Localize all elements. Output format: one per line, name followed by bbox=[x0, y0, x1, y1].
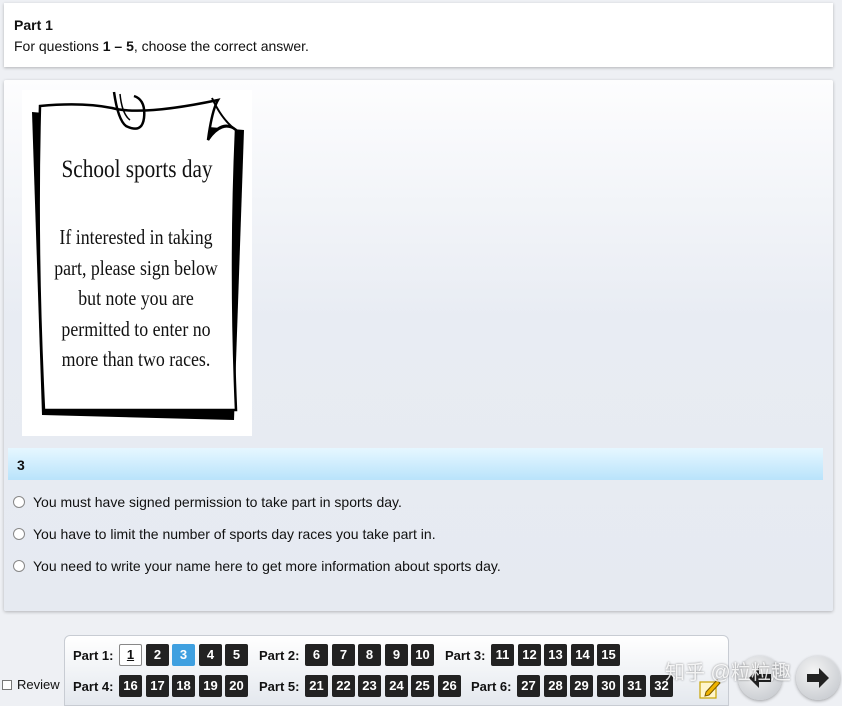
question-range: 1 – 5 bbox=[102, 38, 134, 54]
next-question-button[interactable] bbox=[796, 656, 840, 700]
radio-button[interactable] bbox=[13, 528, 25, 540]
radio-button[interactable] bbox=[13, 496, 25, 508]
part-header: Part 1 For questions 1 – 5, choose the c… bbox=[4, 3, 833, 67]
question-button-31[interactable]: 31 bbox=[623, 675, 646, 697]
notice-image: School sports day If interested in takin… bbox=[22, 90, 252, 436]
question-button-6[interactable]: 6 bbox=[305, 644, 328, 666]
radio-button[interactable] bbox=[13, 560, 25, 572]
question-button-13[interactable]: 13 bbox=[544, 644, 567, 666]
question-button-9[interactable]: 9 bbox=[385, 644, 408, 666]
question-button-21[interactable]: 21 bbox=[305, 675, 328, 697]
question-button-11[interactable]: 11 bbox=[491, 644, 514, 666]
question-button-16[interactable]: 16 bbox=[119, 675, 142, 697]
arrow-left-icon bbox=[749, 668, 771, 688]
question-button-2[interactable]: 2 bbox=[146, 644, 169, 666]
question-number-bar: 3 bbox=[8, 448, 823, 480]
answer-text: You must have signed permission to take … bbox=[33, 494, 402, 510]
checkbox-box[interactable] bbox=[2, 680, 12, 690]
question-button-26[interactable]: 26 bbox=[438, 675, 461, 697]
answer-option-a[interactable]: You must have signed permission to take … bbox=[13, 493, 433, 513]
question-button-32[interactable]: 32 bbox=[650, 675, 673, 697]
answer-text: You need to write your name here to get … bbox=[33, 558, 501, 574]
part-label: Part 6: bbox=[471, 679, 512, 694]
answer-option-b[interactable]: You have to limit the number of sports d… bbox=[13, 525, 463, 545]
previous-question-button[interactable] bbox=[738, 656, 782, 700]
part-label: Part 2: bbox=[259, 648, 300, 663]
part-instruction: For questions 1 – 5, choose the correct … bbox=[14, 38, 309, 54]
part-label: Part 3: bbox=[445, 648, 486, 663]
question-panel: School sports day If interested in takin… bbox=[4, 80, 833, 611]
question-button-30[interactable]: 30 bbox=[597, 675, 620, 697]
question-button-24[interactable]: 24 bbox=[385, 675, 408, 697]
question-button-22[interactable]: 22 bbox=[332, 675, 355, 697]
pencil-note-icon[interactable] bbox=[698, 676, 722, 700]
question-button-27[interactable]: 27 bbox=[517, 675, 540, 697]
question-button-1[interactable]: 1 bbox=[119, 644, 142, 666]
question-button-5[interactable]: 5 bbox=[225, 644, 248, 666]
question-button-10[interactable]: 10 bbox=[411, 644, 434, 666]
question-button-8[interactable]: 8 bbox=[358, 644, 381, 666]
question-button-14[interactable]: 14 bbox=[571, 644, 594, 666]
answer-text: You have to limit the number of sports d… bbox=[33, 526, 436, 542]
answer-option-c[interactable]: You need to write your name here to get … bbox=[13, 557, 523, 577]
question-button-18[interactable]: 18 bbox=[172, 675, 195, 697]
question-button-12[interactable]: 12 bbox=[518, 644, 541, 666]
question-button-4[interactable]: 4 bbox=[199, 644, 222, 666]
question-button-20[interactable]: 20 bbox=[225, 675, 248, 697]
question-number: 3 bbox=[17, 457, 25, 473]
arrow-right-icon bbox=[807, 668, 829, 688]
part-label: Part 5: bbox=[259, 679, 300, 694]
question-button-29[interactable]: 29 bbox=[570, 675, 593, 697]
question-button-15[interactable]: 15 bbox=[597, 644, 620, 666]
question-button-7[interactable]: 7 bbox=[332, 644, 355, 666]
question-button-28[interactable]: 28 bbox=[544, 675, 567, 697]
review-label: Review bbox=[17, 677, 60, 692]
part-title: Part 1 bbox=[14, 17, 53, 33]
part-label: Part 4: bbox=[73, 679, 114, 694]
part-label: Part 1: bbox=[73, 648, 114, 663]
question-button-17[interactable]: 17 bbox=[146, 675, 169, 697]
question-button-3[interactable]: 3 bbox=[172, 644, 195, 666]
notice-body: If interested in taking part, please sig… bbox=[54, 225, 218, 371]
notice-title: School sports day bbox=[61, 156, 213, 183]
question-button-25[interactable]: 25 bbox=[411, 675, 434, 697]
question-button-23[interactable]: 23 bbox=[358, 675, 381, 697]
question-button-19[interactable]: 19 bbox=[199, 675, 222, 697]
